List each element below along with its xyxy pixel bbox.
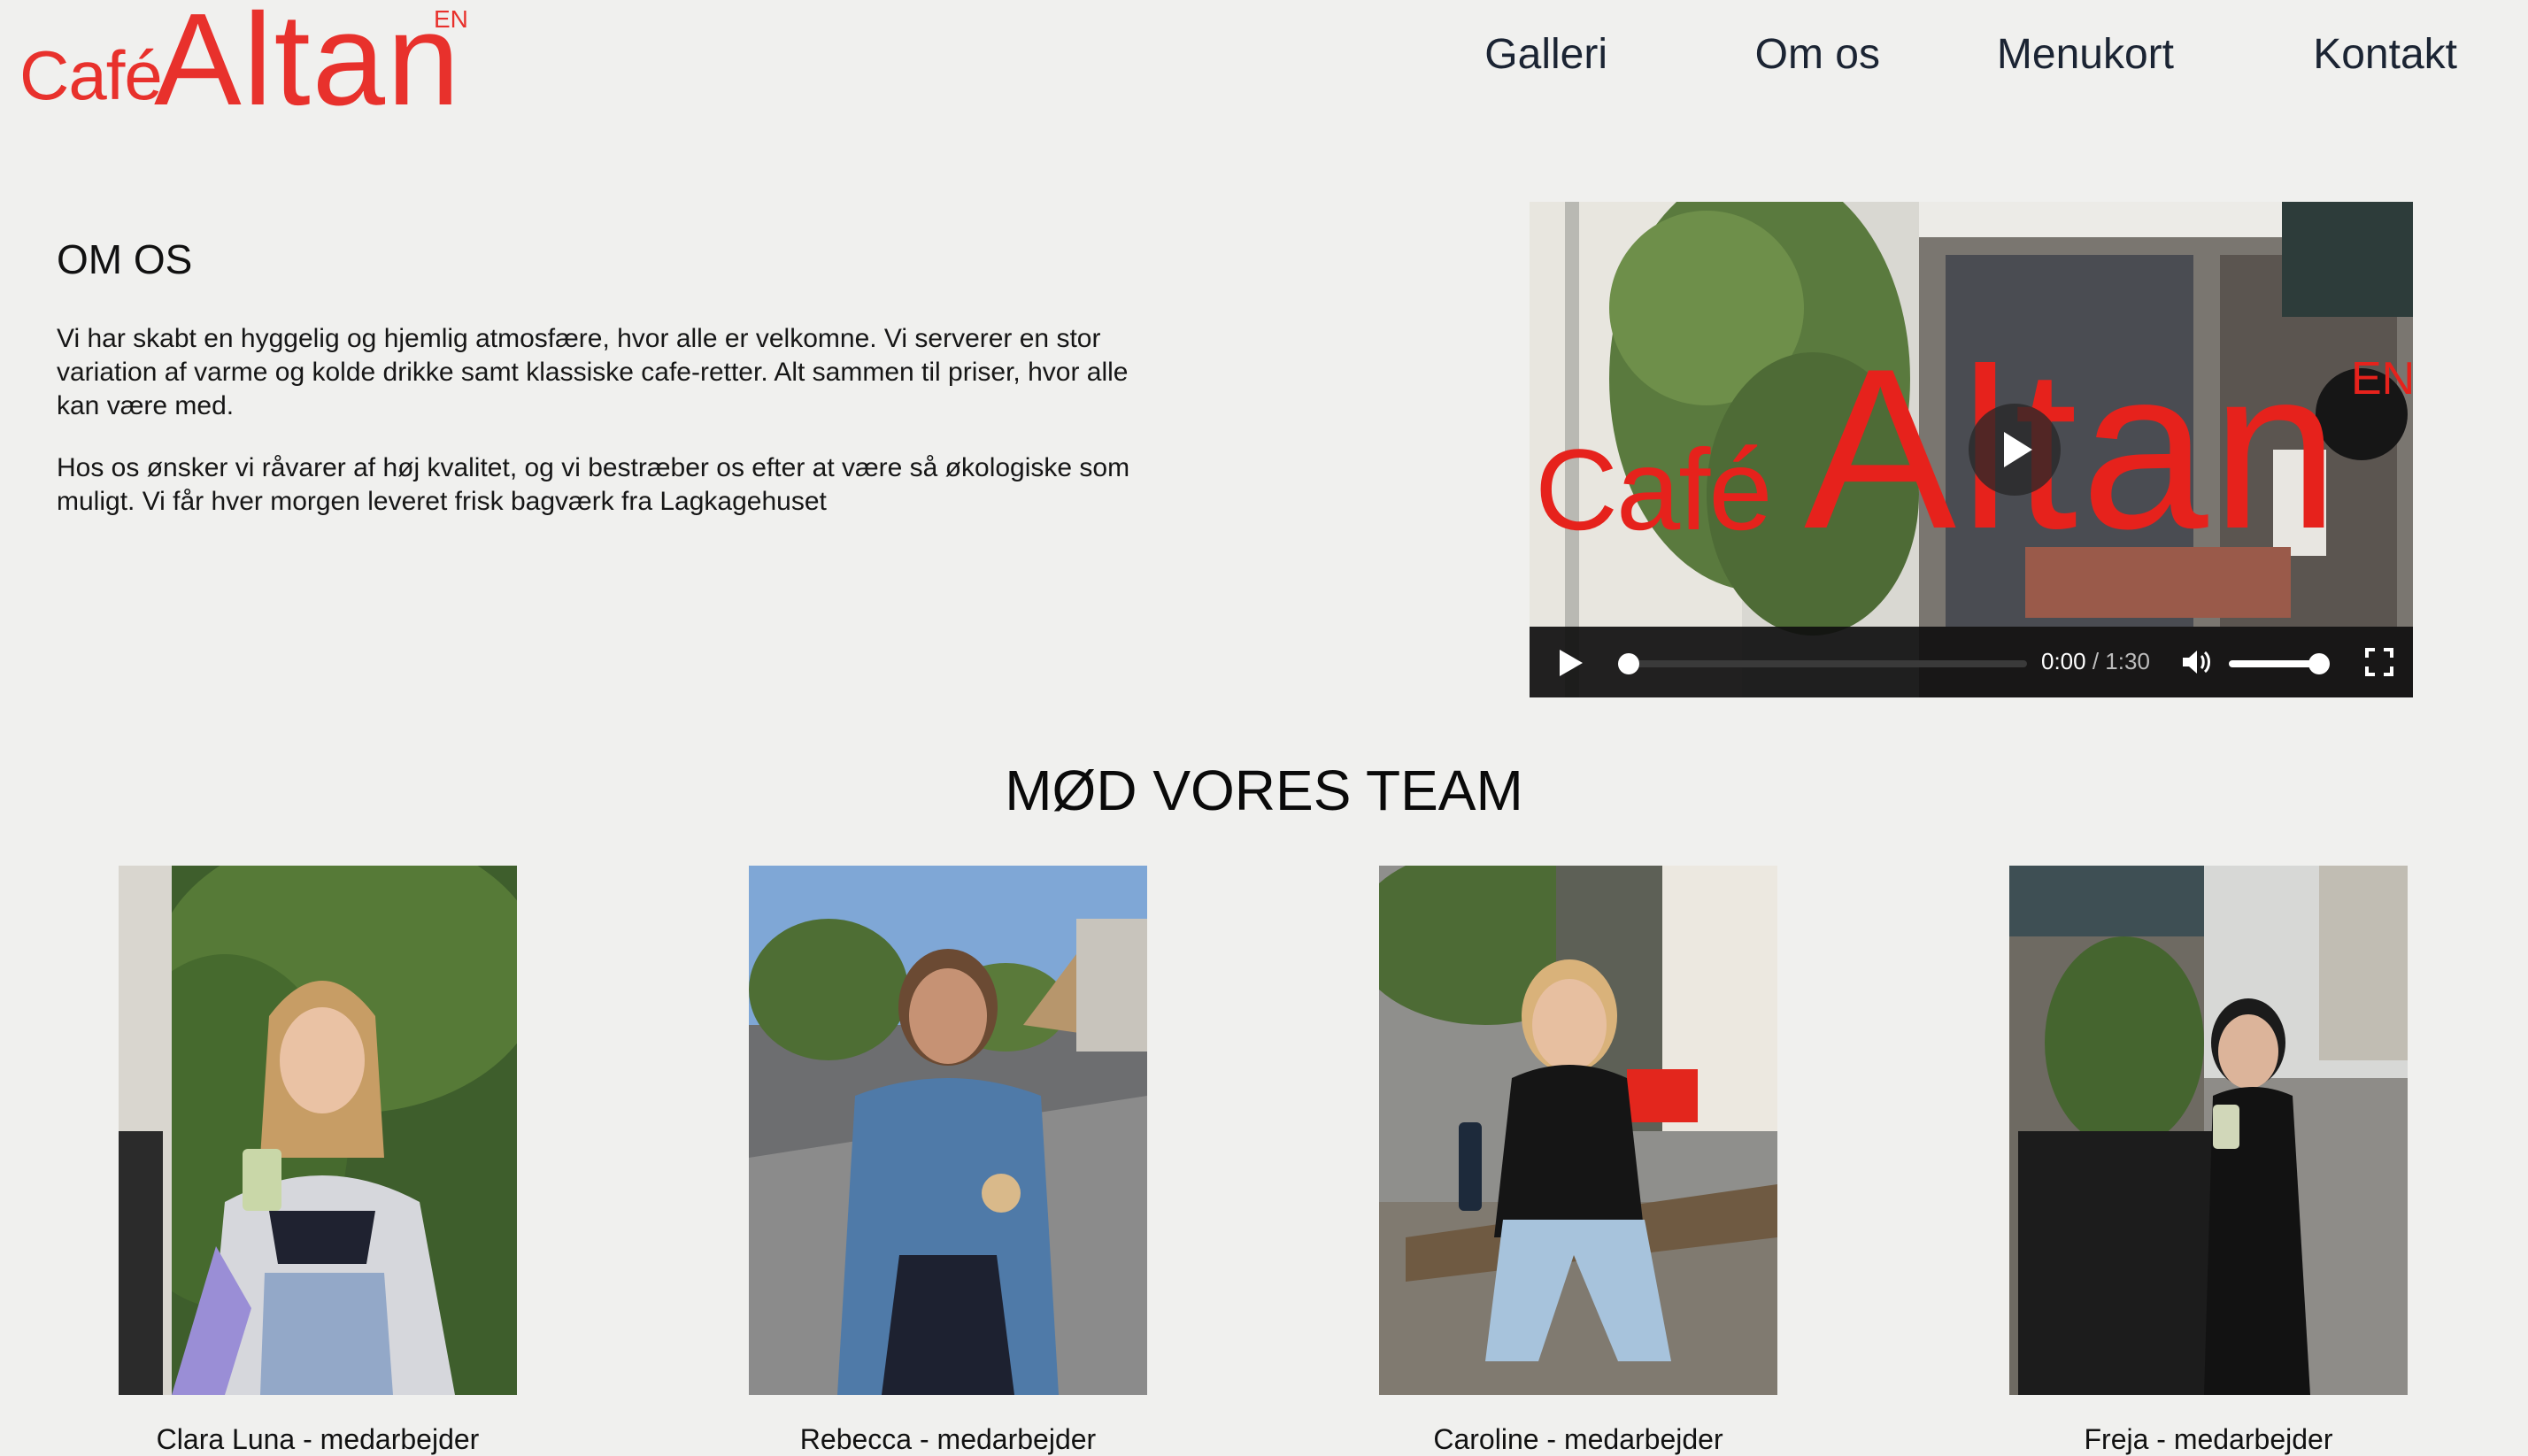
nav-om-os[interactable]: Om os bbox=[1755, 30, 1880, 79]
logo-altan-text: Altan bbox=[154, 0, 462, 133]
team-member-caption: Rebecca - medarbejder bbox=[799, 1423, 1097, 1455]
about-paragraph-2: Hos os ønsker vi råvarer af høj kvalitet… bbox=[57, 453, 1130, 516]
team-member-card: Clara Luna - medarbejder bbox=[119, 866, 517, 1456]
team-title: MØD VORES TEAM bbox=[1005, 759, 1523, 822]
team-member-caption: Caroline - medarbejder bbox=[1433, 1423, 1723, 1455]
play-icon[interactable] bbox=[1560, 650, 1583, 676]
nav-menukort[interactable]: Menukort bbox=[1997, 30, 2174, 79]
about-paragraph-1: Vi har skabt en hyggelig og hjemlig atmo… bbox=[57, 324, 1129, 420]
team-member-card: Freja - medarbejder bbox=[2009, 866, 2408, 1456]
volume-icon[interactable] bbox=[2181, 648, 2213, 676]
time-display: 0:00 / 1:30 bbox=[2041, 648, 2150, 674]
seek-handle[interactable] bbox=[1618, 653, 1639, 674]
nav-galleri[interactable]: Galleri bbox=[1484, 30, 1607, 79]
team-member-photo bbox=[119, 866, 517, 1395]
volume-slider[interactable] bbox=[2229, 660, 2317, 667]
team-member-photo bbox=[1379, 866, 1777, 1395]
current-time: 0:00 bbox=[2041, 648, 2086, 674]
team-member-photo bbox=[2009, 866, 2408, 1395]
team-member-card: Caroline - medarbejder bbox=[1379, 866, 1777, 1456]
logo-cafe-text: Café bbox=[19, 36, 163, 114]
about-title: OM OS bbox=[57, 236, 193, 282]
video-overlay-en: EN bbox=[2351, 353, 2413, 404]
video-overlay-cafe: Café bbox=[1535, 425, 1773, 554]
volume-handle[interactable] bbox=[2308, 653, 2330, 674]
logo[interactable]: Café Altan EN bbox=[19, 0, 480, 126]
team-member-photo bbox=[749, 866, 1147, 1395]
fullscreen-icon[interactable] bbox=[2363, 646, 2395, 678]
about-video-player[interactable]: Café Altan EN 0:00 / 1:30 bbox=[1530, 202, 2413, 697]
video-controls: 0:00 / 1:30 bbox=[1530, 627, 2413, 697]
duration: 1:30 bbox=[2105, 648, 2150, 674]
big-play-button[interactable] bbox=[1969, 404, 2061, 496]
team-member-caption: Freja - medarbejder bbox=[2084, 1423, 2333, 1455]
language-switch-en[interactable]: EN bbox=[434, 5, 468, 34]
video-overlay-altan: Altan bbox=[1804, 320, 2343, 576]
team-member-card: Rebecca - medarbejder bbox=[749, 866, 1147, 1456]
team-member-caption: Clara Luna - medarbejder bbox=[156, 1423, 480, 1455]
nav-kontakt[interactable]: Kontakt bbox=[2313, 30, 2457, 79]
seek-bar[interactable] bbox=[1625, 660, 2027, 667]
